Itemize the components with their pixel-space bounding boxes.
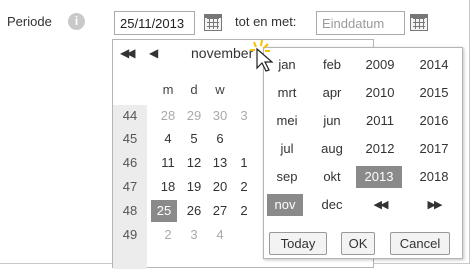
prev-month-button[interactable]: ◀ [149, 46, 158, 60]
year-option[interactable]: 2011 [360, 110, 400, 132]
month-option[interactable]: aug [312, 138, 352, 160]
cancel-button[interactable]: Cancel [390, 232, 450, 255]
calendar-day[interactable]: 3 [181, 224, 207, 246]
month-option[interactable]: jul [267, 138, 307, 160]
calendar-day[interactable]: 3 [231, 105, 257, 127]
calendar-day[interactable]: 2 [231, 200, 257, 222]
calendar-day[interactable]: 18 [155, 176, 181, 198]
calendar-day[interactable]: 19 [181, 176, 207, 198]
calendar-day[interactable]: 1 [231, 152, 257, 174]
calendar-day[interactable]: 26 [181, 200, 207, 222]
year-option[interactable]: 2018 [414, 166, 454, 188]
to-label: tot en met: [235, 14, 297, 29]
month-option[interactable]: feb [312, 54, 352, 76]
week-number: 44 [122, 108, 138, 123]
month-option[interactable]: dec [312, 194, 352, 216]
calendar-day-selected[interactable]: 25 [151, 200, 177, 222]
period-label: Periode [7, 14, 52, 29]
ok-button[interactable]: OK [341, 232, 375, 255]
calendar-day[interactable]: 5 [181, 128, 207, 150]
prev-years-button[interactable]: ◀◀ [360, 194, 400, 216]
month-option[interactable]: jun [312, 110, 352, 132]
today-button[interactable]: Today [269, 232, 327, 255]
year-option[interactable]: 2012 [360, 138, 400, 160]
month-option[interactable]: apr [312, 82, 352, 104]
start-date-input[interactable] [114, 11, 195, 35]
calendar-day[interactable]: 6 [207, 128, 233, 150]
calendar-icon[interactable] [204, 14, 222, 31]
month-title[interactable]: november [191, 45, 253, 61]
weekday-header: d [190, 82, 198, 97]
next-years-button[interactable]: ▶▶ [414, 194, 454, 216]
info-icon[interactable]: i [68, 13, 85, 30]
month-option[interactable]: mei [267, 110, 307, 132]
calendar-icon[interactable] [410, 14, 428, 31]
calendar-day[interactable]: 29 [181, 105, 207, 127]
year-option[interactable]: 2016 [414, 110, 454, 132]
arrow-cursor-icon [250, 39, 274, 72]
month-option[interactable]: okt [312, 166, 352, 188]
form-panel: Periode i tot en met: ◀◀ ◀ november m d … [0, 0, 470, 269]
year-option[interactable]: 2017 [414, 138, 454, 160]
calendar-day[interactable]: 28 [155, 105, 181, 127]
week-number: 46 [122, 155, 138, 170]
calendar-day[interactable]: 13 [207, 152, 233, 174]
month-option[interactable]: mrt [267, 82, 307, 104]
calendar-day[interactable]: 12 [181, 152, 207, 174]
year-option[interactable]: 2014 [414, 54, 454, 76]
calendar-day[interactable]: 30 [207, 105, 233, 127]
weekday-header: m [162, 82, 174, 97]
week-number: 45 [122, 131, 138, 146]
calendar-day[interactable]: 20 [207, 176, 233, 198]
weekday-header: w [215, 82, 225, 97]
week-number: 49 [122, 227, 138, 242]
prev-year-button[interactable]: ◀◀ [120, 46, 136, 60]
year-option[interactable]: 2010 [360, 82, 400, 104]
calendar-day[interactable]: 4 [155, 128, 181, 150]
month-option-selected[interactable]: nov [267, 194, 303, 216]
calendar-day[interactable]: 11 [155, 152, 181, 174]
week-number: 47 [122, 179, 138, 194]
year-option[interactable]: 2009 [360, 54, 400, 76]
end-date-input[interactable] [316, 11, 405, 35]
year-option-selected[interactable]: 2013 [356, 166, 402, 188]
month-year-picker: jan feb mrt apr mei jun jul aug sep okt … [263, 47, 463, 259]
calendar-day[interactable]: 4 [207, 224, 233, 246]
calendar-day[interactable]: 2 [155, 224, 181, 246]
month-option[interactable]: sep [267, 166, 307, 188]
calendar-day[interactable]: 2 [231, 176, 257, 198]
calendar-day[interactable]: 27 [207, 200, 233, 222]
year-option[interactable]: 2015 [414, 82, 454, 104]
week-number: 48 [122, 203, 138, 218]
